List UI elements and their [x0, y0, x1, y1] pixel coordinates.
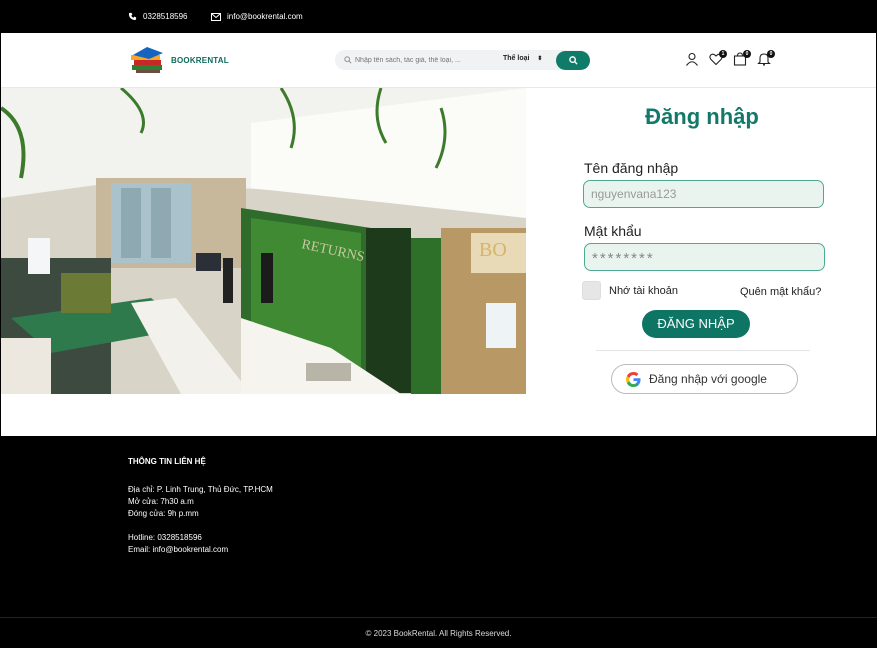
- logo-text: BOOKRENTAL: [171, 55, 229, 65]
- search-bar: Thể loại ⬍: [335, 50, 590, 70]
- footer-close-hours: Đóng cửa: 9h p.mm: [128, 509, 199, 518]
- topbar-phone[interactable]: 0328518596: [128, 12, 188, 21]
- footer-heading: THÔNG TIN LIÊN HỆ: [128, 457, 206, 466]
- notification-button[interactable]: 0: [757, 50, 775, 67]
- site-header: BOOKRENTAL Thể loại ⬍ 1 0 0: [1, 33, 876, 88]
- topbar-email[interactable]: info@bookrental.com: [211, 12, 303, 21]
- footer-divider: [0, 617, 877, 618]
- phone-icon: [128, 12, 137, 21]
- password-field[interactable]: ********: [584, 243, 825, 271]
- wishlist-button[interactable]: 1: [709, 50, 727, 67]
- username-label: Tên đăng nhập: [584, 160, 679, 176]
- book-stack-logo-icon: [131, 47, 163, 73]
- search-button[interactable]: [556, 51, 590, 70]
- wishlist-count-badge: 1: [719, 50, 727, 58]
- header-icons: 1 0 0: [685, 50, 775, 67]
- search-icon: [344, 56, 352, 64]
- search-input[interactable]: [355, 53, 495, 67]
- user-icon: [686, 52, 698, 66]
- logo[interactable]: BOOKRENTAL: [129, 45, 229, 75]
- google-icon: [626, 371, 641, 387]
- select-arrows-icon: ⬍: [537, 56, 543, 62]
- category-select[interactable]: Thể loại ⬍: [503, 55, 542, 62]
- top-contact-bar: 0328518596 info@bookrental.com: [0, 0, 877, 33]
- library-interior-image: BO RETURNS: [1, 88, 526, 394]
- copyright: © 2023 BookRental. All Rights Reserved.: [365, 629, 512, 638]
- footer-email[interactable]: Email: info@bookrental.com: [128, 545, 228, 554]
- google-login-button[interactable]: Đăng nhập với google: [611, 364, 798, 394]
- notification-count-badge: 0: [767, 50, 775, 58]
- forgot-password-link[interactable]: Quên mật khẩu?: [740, 286, 821, 298]
- username-field[interactable]: nguyenvana123: [583, 180, 824, 208]
- mail-icon: [211, 12, 221, 21]
- google-login-label: Đăng nhập với google: [649, 372, 767, 386]
- login-title: Đăng nhập: [645, 104, 759, 129]
- topbar-email-text: info@bookrental.com: [227, 12, 303, 21]
- password-label: Mật khẩu: [584, 223, 642, 239]
- login-divider: [596, 350, 810, 351]
- footer: THÔNG TIN LIÊN HỆ Địa chỉ: P. Linh Trung…: [0, 437, 877, 648]
- topbar-phone-text: 0328518596: [143, 12, 188, 21]
- remember-checkbox[interactable]: [582, 281, 601, 300]
- account-button[interactable]: [685, 52, 700, 67]
- search-icon: [568, 56, 578, 65]
- cart-button[interactable]: 0: [733, 50, 751, 67]
- category-select-label: Thể loại: [503, 55, 530, 62]
- footer-address: Địa chỉ: P. Linh Trung, Thủ Đức, TP.HCM: [128, 485, 273, 494]
- remember-account[interactable]: Nhớ tài khoản: [582, 281, 678, 300]
- login-submit-button[interactable]: ĐĂNG NHẬP: [642, 310, 750, 338]
- footer-open-hours: Mở cửa: 7h30 a.m: [128, 497, 194, 506]
- cart-count-badge: 0: [743, 50, 751, 58]
- remember-label: Nhớ tài khoản: [609, 284, 678, 297]
- footer-hotline[interactable]: Hotline: 0328518596: [128, 533, 202, 542]
- svg-text:BO: BO: [479, 239, 507, 261]
